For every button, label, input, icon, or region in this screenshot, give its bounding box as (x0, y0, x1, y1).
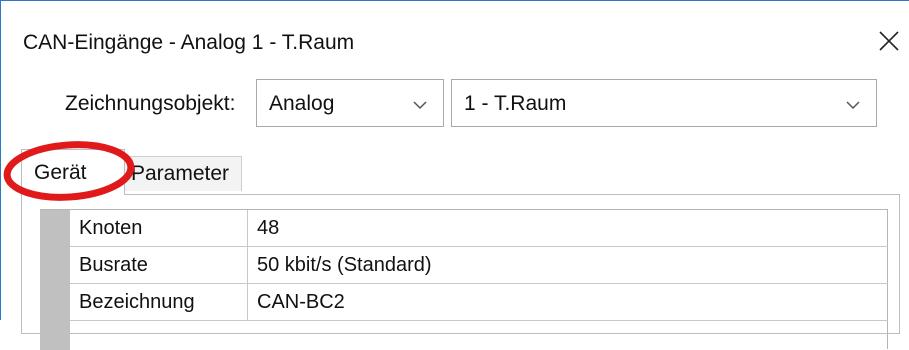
can-inputs-dialog: CAN-Eingänge - Analog 1 - T.Raum Zeichnu… (0, 0, 909, 350)
property-value[interactable]: 48 (257, 217, 279, 240)
property-value[interactable]: CAN-BC2 (257, 291, 345, 314)
property-key: Busrate (79, 254, 148, 276)
tab-device[interactable]: Gerät (21, 149, 125, 195)
property-key: Knoten (79, 217, 143, 239)
chevron-down-icon (846, 101, 860, 110)
close-icon[interactable] (875, 27, 903, 55)
tab-device-label: Gerät (34, 161, 87, 184)
dialog-title: CAN-Eingänge - Analog 1 - T.Raum (23, 31, 355, 54)
tab-parameter-label: Parameter (131, 162, 230, 185)
property-grid: Knoten 48 Busrate 50 kbit/s (Standard) B… (40, 209, 888, 350)
property-key: Bezeichnung (79, 291, 195, 313)
device-panel: Knoten 48 Busrate 50 kbit/s (Standard) B… (21, 194, 900, 350)
property-row[interactable]: Busrate 50 kbit/s (Standard) (70, 247, 888, 284)
tab-parameter[interactable]: Parameter (124, 156, 242, 191)
drawing-object-label: Zeichnungsobjekt: (65, 92, 236, 115)
object-value: 1 - T.Raum (464, 92, 567, 115)
row-header-column (40, 210, 70, 350)
object-select[interactable]: 1 - T.Raum (451, 79, 877, 127)
chevron-down-icon (413, 101, 427, 110)
property-value[interactable]: 50 kbit/s (Standard) (257, 254, 432, 277)
property-row[interactable]: Knoten 48 (70, 210, 888, 247)
object-type-select[interactable]: Analog (256, 79, 444, 127)
object-type-value: Analog (269, 92, 335, 115)
property-row[interactable]: Bezeichnung CAN-BC2 (70, 284, 888, 321)
